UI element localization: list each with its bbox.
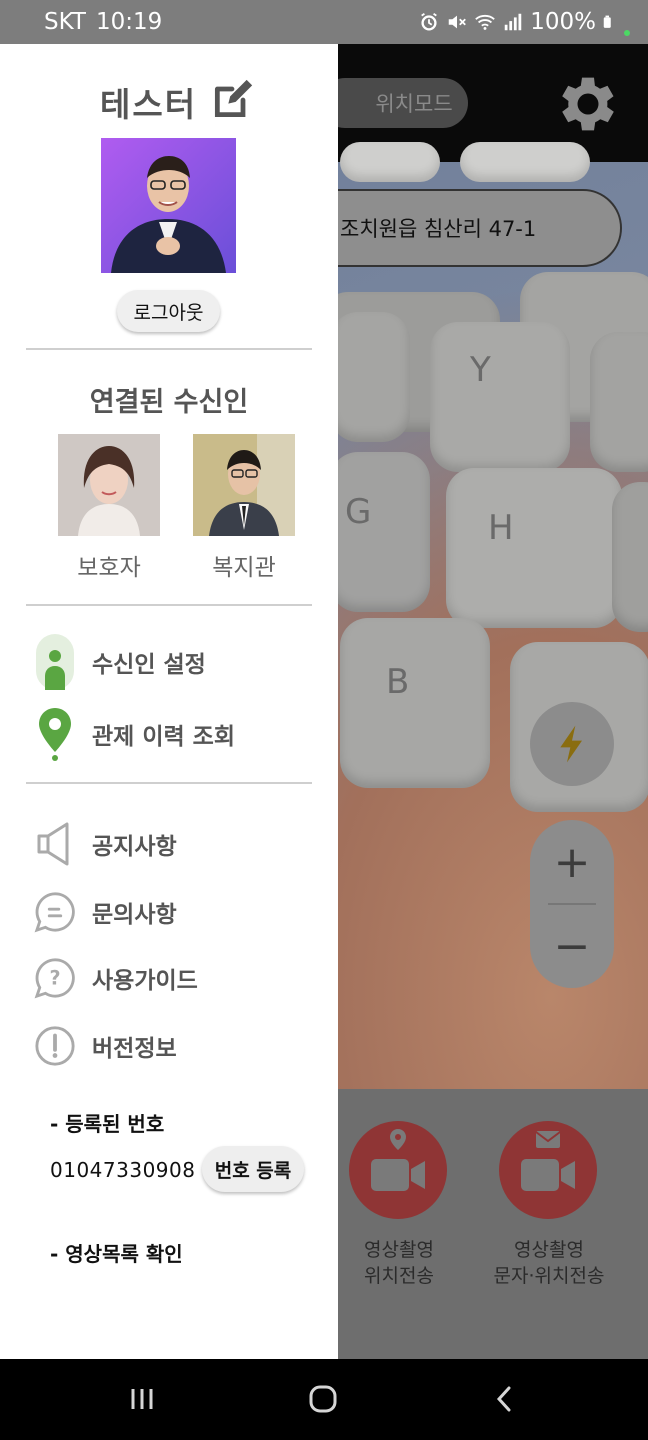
battery-icon — [603, 15, 611, 28]
avatar — [101, 138, 236, 273]
registered-number-title: - 등록된 번호 — [50, 1112, 165, 1136]
video-message-icon — [521, 1131, 575, 1191]
recent-apps-button[interactable] — [122, 1379, 162, 1419]
video-location-label: 영상촬영 위치전송 — [340, 1237, 458, 1289]
zoom-out-button[interactable]: − — [530, 904, 614, 988]
svg-text:?: ? — [49, 967, 60, 990]
menu-user-guide[interactable]: ? 사용가이드 — [34, 948, 198, 1008]
signal-icon — [504, 13, 522, 31]
key-glyph: G — [345, 492, 372, 532]
back-icon — [496, 1386, 511, 1412]
recipients-title: 연결된 수신인 — [89, 387, 249, 418]
keyboard-key — [340, 142, 440, 182]
key-glyph: Y — [470, 350, 491, 390]
speaker-icon — [34, 816, 76, 872]
back-button[interactable] — [485, 1379, 525, 1419]
video-location-icon — [371, 1129, 425, 1191]
key-glyph: B — [386, 662, 410, 702]
menu-label: 사용가이드 — [92, 968, 198, 994]
user-name: 테스터 — [100, 85, 198, 124]
video-location-button[interactable] — [349, 1121, 447, 1219]
key-glyph: H — [488, 508, 514, 548]
person-icon — [34, 634, 76, 690]
register-number-button[interactable]: 번호 등록 — [202, 1146, 304, 1192]
keyboard-key — [430, 322, 570, 472]
action-label-line1: 영상촬영 — [364, 1239, 434, 1261]
info-exclamation-icon — [34, 1018, 76, 1074]
avatar — [193, 434, 295, 536]
home-icon — [309, 1385, 337, 1413]
action-label-line2: 문자·위치전송 — [493, 1265, 605, 1287]
recipient-welfare-center[interactable]: 복지관 — [193, 434, 295, 582]
recipient-label: 복지관 — [212, 555, 276, 581]
video-message-button[interactable] — [499, 1121, 597, 1219]
status-bar: SKT 10:19 100% — [0, 0, 648, 44]
menu-label: 관제 이력 조회 — [92, 724, 235, 750]
action-label-line2: 위치전송 — [364, 1265, 434, 1287]
keyboard-key — [446, 468, 622, 628]
recipient-photo — [58, 434, 160, 536]
logout-button[interactable]: 로그아웃 — [117, 290, 220, 332]
lightning-icon — [560, 725, 582, 763]
menu-label: 문의사항 — [92, 902, 177, 928]
menu-recipient-settings[interactable]: 수신인 설정 — [34, 632, 206, 692]
action-label-line1: 영상촬영 — [514, 1239, 584, 1261]
menu-control-history[interactable]: 관제 이력 조회 — [34, 704, 235, 764]
location-mode-button[interactable]: 위치모드 — [320, 78, 468, 128]
keyboard-key — [612, 482, 648, 632]
video-list-link[interactable]: - 영상목록 확인 — [50, 1238, 183, 1267]
phone-number: 01047330908 — [50, 1158, 196, 1182]
menu-label: 수신인 설정 — [92, 652, 206, 678]
chat-bubble-icon — [34, 884, 76, 940]
keyboard-key — [330, 312, 410, 442]
menu-notice[interactable]: 공지사항 — [34, 814, 177, 874]
home-button[interactable] — [303, 1379, 343, 1419]
zoom-control: + − — [530, 820, 614, 988]
profile-photo — [101, 138, 236, 273]
system-nav-bar — [0, 1359, 648, 1440]
privacy-indicator-dot — [624, 30, 630, 36]
status-time: 10:19 — [96, 9, 163, 35]
recipient-label: 보호자 — [77, 555, 141, 581]
menu-label: 공지사항 — [92, 834, 177, 860]
menu-label: 버전정보 — [92, 1036, 177, 1062]
menu-version-info[interactable]: 버전정보 — [34, 1016, 177, 1076]
keyboard-key — [590, 332, 648, 472]
recent-apps-icon — [131, 1389, 153, 1409]
edit-icon[interactable] — [210, 78, 254, 122]
alarm-icon — [421, 12, 438, 31]
divider — [26, 604, 312, 606]
recipient-photo — [193, 434, 295, 536]
location-pin-icon — [34, 706, 76, 762]
carrier-label: SKT — [44, 9, 86, 35]
navigation-drawer: 테스터 로그아웃 연결된 수신인 보호자 복지관 수신인 설정 관제 이력 조회… — [0, 44, 338, 1359]
recipient-guardian[interactable]: 보호자 — [58, 434, 160, 582]
battery-percent: 100% — [530, 9, 596, 35]
flash-button[interactable] — [530, 702, 614, 786]
zoom-in-button[interactable]: + — [530, 820, 614, 904]
mute-icon — [448, 15, 467, 29]
keyboard-key — [460, 142, 590, 182]
keyboard-key — [340, 618, 490, 788]
wifi-icon — [475, 14, 496, 30]
video-message-label: 영상촬영 문자·위치전송 — [476, 1237, 622, 1289]
menu-inquiry[interactable]: 문의사항 — [34, 882, 177, 942]
question-icon: ? — [34, 950, 76, 1006]
keyboard-key — [330, 452, 430, 612]
gear-icon[interactable] — [552, 68, 624, 140]
status-icons: 100% — [418, 9, 616, 35]
divider — [26, 348, 312, 350]
divider — [26, 782, 312, 784]
avatar — [58, 434, 160, 536]
